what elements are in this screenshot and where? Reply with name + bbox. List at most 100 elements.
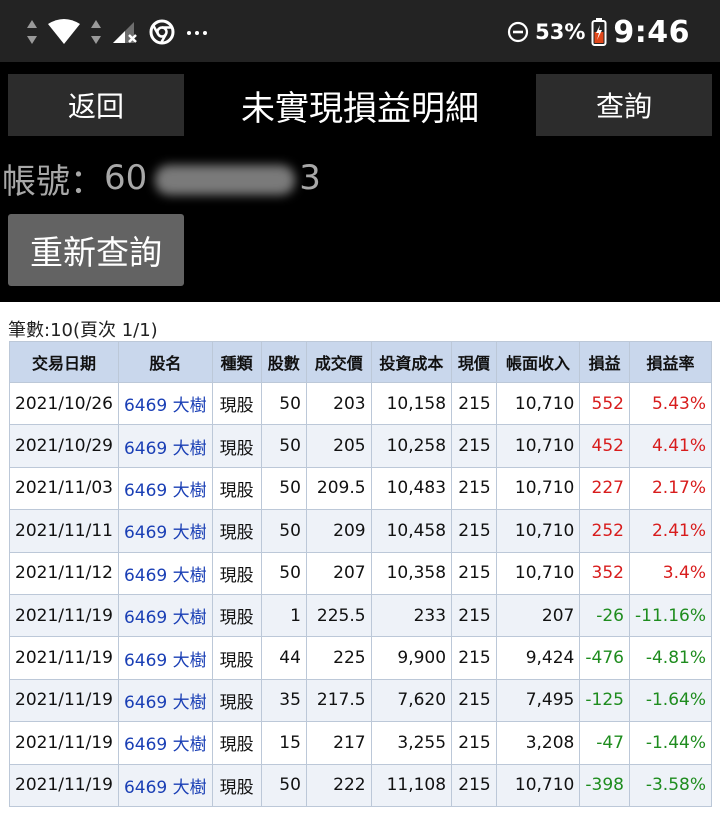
cost-cell: 10,458 (370, 509, 453, 553)
cost-cell: 233 (370, 593, 453, 638)
trade-type-cell: 現股 (211, 763, 262, 807)
stock-name-link[interactable]: 6469 大樹 (117, 466, 213, 511)
current-price-cell: 215 (451, 424, 497, 468)
stock-name-link[interactable]: 6469 大樹 (117, 551, 213, 595)
cost-cell: 10,358 (370, 551, 453, 595)
data-arrows-icon (91, 20, 101, 44)
stock-name-link[interactable]: 6469 大樹 (117, 593, 213, 638)
trade-price-cell: 225 (305, 636, 372, 680)
shares-cell: 35 (260, 678, 307, 723)
trade-date-cell: 2021/10/29 (9, 424, 119, 468)
book-income-cell: 7,495 (495, 678, 581, 723)
pnl-rate-cell: 4.41% (628, 424, 713, 468)
shares-cell: 15 (260, 721, 307, 765)
stock-name-link[interactable]: 6469 大樹 (117, 763, 213, 807)
table-row: 2021/11/19 6469 大樹 現股 1 225.5 233 215 207 -26 -11… (9, 593, 713, 638)
table-row: 2021/11/19 6469 大樹 現股 15 217 3,255 215 3,208 -47… (9, 721, 713, 765)
chrome-icon (149, 19, 175, 45)
trade-price-cell: 207 (305, 551, 372, 595)
cost-cell: 10,158 (370, 381, 453, 426)
status-bar-right: 53% 9:46 (507, 12, 690, 52)
book-income-cell: 10,710 (495, 466, 581, 511)
table-body: 2021/10/26 6469 大樹 現股 50 203 10,158 215 10,710 5… (9, 381, 713, 807)
pnl-rate-cell: 2.17% (628, 466, 713, 511)
pnl-rate-cell: -3.58% (628, 763, 713, 807)
cost-cell: 7,620 (370, 678, 453, 723)
pnl-rate-cell: -1.44% (628, 721, 713, 765)
pnl-rate-cell: -4.81% (628, 636, 713, 680)
trade-date-cell: 2021/11/03 (9, 466, 119, 511)
cost-cell: 3,255 (370, 721, 453, 765)
stock-name-link[interactable]: 6469 大樹 (117, 509, 213, 553)
pnl-cell: -398 (579, 763, 630, 807)
current-price-cell: 215 (451, 678, 497, 723)
table-row: 2021/11/19 6469 大樹 現股 35 217.5 7,620 215 7,495-… (9, 678, 713, 723)
status-bar-left (26, 16, 208, 48)
trade-date-cell: 2021/11/19 (9, 678, 119, 723)
account-number-suffix: 3 (299, 158, 321, 198)
column-header: 成交價 (305, 341, 372, 383)
trade-price-cell: 222 (305, 763, 372, 807)
pnl-cell: -125 (579, 678, 630, 723)
column-header: 投資成本 (370, 341, 453, 383)
trade-type-cell: 現股 (211, 424, 262, 468)
trade-type-cell: 現股 (211, 721, 262, 765)
column-header: 交易日期 (9, 341, 119, 383)
column-header: 種類 (211, 341, 262, 383)
book-income-cell: 10,710 (495, 763, 581, 807)
table-row: 2021/10/26 6469 大樹 現股 50 203 10,158 215 10,710 5… (9, 381, 713, 426)
trade-price-cell: 217.5 (305, 678, 372, 723)
stock-name-link[interactable]: 6469 大樹 (117, 381, 213, 426)
pnl-cell: -26 (579, 593, 630, 638)
shares-cell: 50 (260, 551, 307, 595)
pnl-rate-cell: 5.43% (628, 381, 713, 426)
current-price-cell: 215 (451, 593, 497, 638)
trade-date-cell: 2021/11/19 (9, 593, 119, 638)
book-income-cell: 10,710 (495, 381, 581, 426)
pnl-cell: 252 (579, 509, 630, 553)
shares-cell: 50 (260, 509, 307, 553)
trade-date-cell: 2021/11/12 (9, 551, 119, 595)
trade-type-cell: 現股 (211, 551, 262, 595)
account-label: 帳號： (2, 161, 104, 202)
pnl-cell: -476 (579, 636, 630, 680)
shares-cell: 50 (260, 763, 307, 807)
pnl-cell: 227 (579, 466, 630, 511)
cost-cell: 10,483 (370, 466, 453, 511)
trade-price-cell: 205 (305, 424, 372, 468)
pnl-cell: -47 (579, 721, 630, 765)
trade-type-cell: 現股 (211, 381, 262, 426)
trade-price-cell: 217 (305, 721, 372, 765)
current-price-cell: 215 (451, 636, 497, 680)
account-number-prefix: 60 (104, 158, 148, 198)
status-bar: 53% 9:46 (0, 0, 720, 62)
stock-name-link[interactable]: 6469 大樹 (117, 636, 213, 680)
requery-button[interactable]: 重新查詢 (8, 214, 184, 286)
column-header: 現價 (451, 341, 497, 383)
table-row: 2021/11/11 6469 大樹 現股 50 209 10,458 215 10,710 2… (9, 509, 713, 553)
pnl-rate-cell: 2.41% (628, 509, 713, 553)
cost-cell: 10,258 (370, 424, 453, 468)
table-row: 2021/11/19 6469 大樹 現股 44 225 9,900 215 9,424 -47… (9, 636, 713, 680)
trade-date-cell: 2021/11/19 (9, 763, 119, 807)
unrealized-pnl-table: 交易日期 股名 種類 股數 成交價 投資成本 現價 帳面收入 損益 損益率 2021/10/26 6… (9, 341, 713, 807)
current-price-cell: 215 (451, 509, 497, 553)
stock-name-link[interactable]: 6469 大樹 (117, 424, 213, 468)
current-price-cell: 215 (451, 721, 497, 765)
book-income-cell: 10,710 (495, 509, 581, 553)
book-income-cell: 10,710 (495, 424, 581, 468)
shares-cell: 50 (260, 466, 307, 511)
pnl-rate-cell: -11.16% (628, 593, 713, 638)
table-row: 2021/11/19 6469 大樹 現股 50 222 11,108 215 10,710-… (9, 763, 713, 807)
table-row: 2021/11/03 6469 大樹 現股 50 209.5 10,483 215 10,71… (9, 466, 713, 511)
query-button[interactable]: 查詢 (536, 74, 712, 136)
current-price-cell: 215 (451, 763, 497, 807)
trade-type-cell: 現股 (211, 678, 262, 723)
column-header: 帳面收入 (495, 341, 581, 383)
back-button[interactable]: 返回 (8, 74, 184, 136)
cost-cell: 11,108 (370, 763, 453, 807)
stock-name-link[interactable]: 6469 大樹 (117, 721, 213, 765)
column-header: 損益率 (628, 341, 713, 383)
account-number-redacted (149, 157, 299, 199)
stock-name-link[interactable]: 6469 大樹 (117, 678, 213, 723)
